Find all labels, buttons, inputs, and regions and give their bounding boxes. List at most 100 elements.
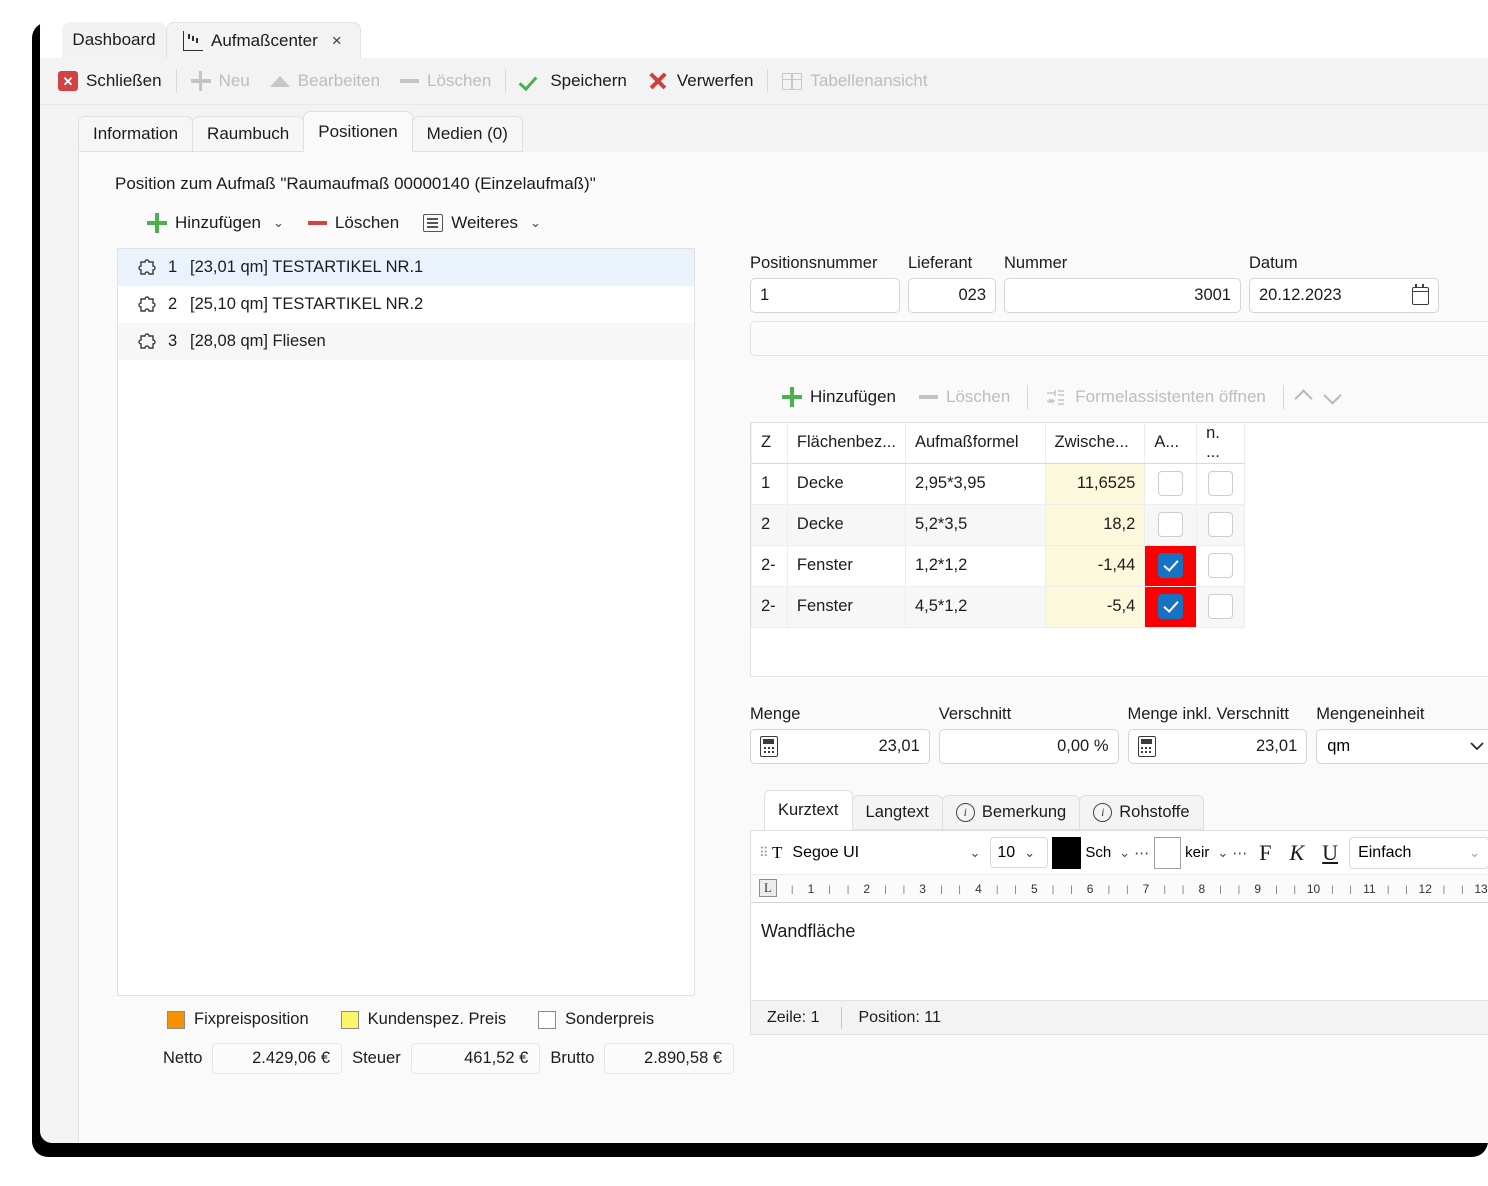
abzug-checkbox[interactable] <box>1158 512 1183 537</box>
font-family-select[interactable]: Segoe UI ⌄ <box>786 837 986 868</box>
table-row[interactable]: 2- Fenster 4,5*1,2 -5,4 <box>752 586 1245 627</box>
col-n[interactable]: n. ... <box>1197 423 1245 463</box>
move-down-icon[interactable] <box>1320 388 1346 406</box>
n-checkbox[interactable] <box>1208 512 1233 537</box>
underline-button[interactable]: U <box>1315 840 1345 866</box>
window-tab-aufmasscenter[interactable]: Aufmaßcenter × <box>166 22 361 58</box>
font-size-value: 10 <box>997 844 1015 862</box>
calendar-icon[interactable] <box>1412 287 1429 305</box>
foreground-color-swatch[interactable] <box>1052 837 1081 869</box>
drag-handle-icon[interactable]: ⠿ <box>759 849 768 856</box>
col-zwischen[interactable]: Zwische... <box>1045 423 1145 463</box>
edit-button[interactable]: Bearbeiten <box>260 66 390 96</box>
positionsnummer-input[interactable]: 1 <box>750 278 900 313</box>
nummer-label: Nummer <box>1004 254 1241 278</box>
delete-formula-button[interactable]: Löschen <box>909 382 1020 412</box>
lieferant-input[interactable]: 023 <box>908 278 996 313</box>
formula-assistant-button[interactable]: Formelassistenten öffnen <box>1035 382 1276 412</box>
tab-raumbuch[interactable]: Raumbuch <box>192 116 304 152</box>
editor-ruler[interactable]: L 1 2 3 4 5 6 7 8 9 10 <box>751 875 1488 903</box>
tab-langtext[interactable]: Langtext <box>852 795 943 830</box>
n-checkbox[interactable] <box>1208 594 1233 619</box>
chevron-down-icon[interactable]: ⌄ <box>969 845 980 861</box>
paragraph-style-select[interactable]: Einfach ⌄ <box>1349 837 1488 869</box>
table-view-button[interactable]: Tabellenansicht <box>772 66 937 96</box>
delete-position-button[interactable]: Löschen <box>298 208 409 238</box>
add-position-button[interactable]: Hinzufügen ⌄ <box>137 208 294 238</box>
list-item[interactable]: 1 [23,01 qm] TESTARTIKEL NR.1 <box>118 249 694 286</box>
list-item[interactable]: 3 [28,08 qm] Fliesen <box>118 323 694 360</box>
editor-body[interactable]: Wandfläche <box>751 903 1488 942</box>
datum-input[interactable]: 20.12.2023 <box>1249 278 1439 313</box>
mengeneinheit-select[interactable]: qm <box>1316 729 1488 764</box>
cell-n[interactable] <box>1197 545 1245 586</box>
cell-abzug[interactable] <box>1145 504 1197 545</box>
abzug-checkbox[interactable] <box>1158 553 1183 578</box>
cell-bez[interactable]: Fenster <box>787 586 905 627</box>
tab-bemerkung[interactable]: i Bemerkung <box>942 795 1080 830</box>
table-row[interactable]: 1 Decke 2,95*3,95 11,6525 <box>752 463 1245 504</box>
chevron-down-icon[interactable]: ⌄ <box>1469 845 1480 861</box>
chevron-down-icon[interactable]: ⌄ <box>1024 845 1035 861</box>
calculator-icon[interactable] <box>1138 736 1156 757</box>
close-button[interactable]: ✕ Schließen <box>48 66 172 96</box>
cell-n[interactable] <box>1197 586 1245 627</box>
more-background-colors-icon[interactable]: ⋯ <box>1232 844 1248 862</box>
abzug-checkbox[interactable] <box>1158 594 1183 619</box>
verschnitt-input[interactable]: 0,00 % <box>939 729 1119 764</box>
tab-positionen[interactable]: Positionen <box>303 111 412 152</box>
italic-button[interactable]: K <box>1282 840 1311 866</box>
list-item[interactable]: 2 [25,10 qm] TESTARTIKEL NR.2 <box>118 286 694 323</box>
cell-bez[interactable]: Decke <box>787 504 905 545</box>
chevron-down-icon[interactable]: ⌄ <box>273 215 284 231</box>
new-button[interactable]: Neu <box>181 66 260 96</box>
cell-formel[interactable]: 4,5*1,2 <box>905 586 1045 627</box>
cell-bez[interactable]: Fenster <box>787 545 905 586</box>
cell-abzug[interactable] <box>1145 463 1197 504</box>
chevron-down-icon[interactable]: ⌄ <box>530 215 541 231</box>
add-formula-button[interactable]: Hinzufügen <box>772 382 906 412</box>
col-abzug[interactable]: A... <box>1145 423 1197 463</box>
move-up-icon[interactable] <box>1291 388 1317 406</box>
cell-abzug[interactable] <box>1145 586 1197 627</box>
more-button[interactable]: Weiteres ⌄ <box>413 208 551 238</box>
cell-n[interactable] <box>1197 463 1245 504</box>
table-row[interactable]: 2 Decke 5,2*3,5 18,2 <box>752 504 1245 545</box>
tab-rohstoffe[interactable]: i Rohstoffe <box>1079 795 1203 830</box>
cell-bez[interactable]: Decke <box>787 463 905 504</box>
font-size-select[interactable]: 10 ⌄ <box>990 837 1048 868</box>
calculator-icon[interactable] <box>760 736 778 757</box>
tab-information[interactable]: Information <box>78 116 193 152</box>
chevron-down-icon[interactable]: ⌄ <box>1119 845 1130 861</box>
tab-kurztext[interactable]: Kurztext <box>764 790 853 830</box>
cell-formel[interactable]: 1,2*1,2 <box>905 545 1045 586</box>
discard-button[interactable]: Verwerfen <box>637 65 764 97</box>
background-color-swatch[interactable] <box>1154 837 1181 869</box>
col-bez[interactable]: Flächenbez... <box>787 423 905 463</box>
save-button[interactable]: Speichern <box>510 65 637 97</box>
cell-formel[interactable]: 5,2*3,5 <box>905 504 1045 545</box>
chevron-down-icon[interactable]: ⌄ <box>1217 845 1228 861</box>
position-list[interactable]: 1 [23,01 qm] TESTARTIKEL NR.1 2 [25,10 q… <box>117 248 695 996</box>
bold-button[interactable]: F <box>1252 840 1278 866</box>
more-colors-icon[interactable]: ⋯ <box>1134 844 1150 862</box>
description-input[interactable] <box>750 321 1488 356</box>
cell-formel[interactable]: 2,95*3,95 <box>905 463 1045 504</box>
tab-stop-marker[interactable]: L <box>759 879 777 897</box>
abzug-checkbox[interactable] <box>1158 471 1183 496</box>
n-checkbox[interactable] <box>1208 553 1233 578</box>
tab-medien[interactable]: Medien (0) <box>412 116 523 152</box>
col-formel[interactable]: Aufmaßformel <box>905 423 1045 463</box>
chevron-down-icon[interactable] <box>1469 737 1485 756</box>
menge-input[interactable]: 23,01 <box>750 729 930 764</box>
col-z[interactable]: Z <box>752 423 788 463</box>
window-tab-dashboard[interactable]: Dashboard <box>62 22 166 58</box>
cell-n[interactable] <box>1197 504 1245 545</box>
table-row[interactable]: 2- Fenster 1,2*1,2 -1,44 <box>752 545 1245 586</box>
delete-button[interactable]: Löschen <box>390 66 501 96</box>
cell-abzug[interactable] <box>1145 545 1197 586</box>
n-checkbox[interactable] <box>1208 471 1233 496</box>
close-icon[interactable]: × <box>332 32 342 49</box>
nummer-input[interactable]: 3001 <box>1004 278 1241 313</box>
menge-inkl-verschnitt-input[interactable]: 23,01 <box>1128 729 1308 764</box>
